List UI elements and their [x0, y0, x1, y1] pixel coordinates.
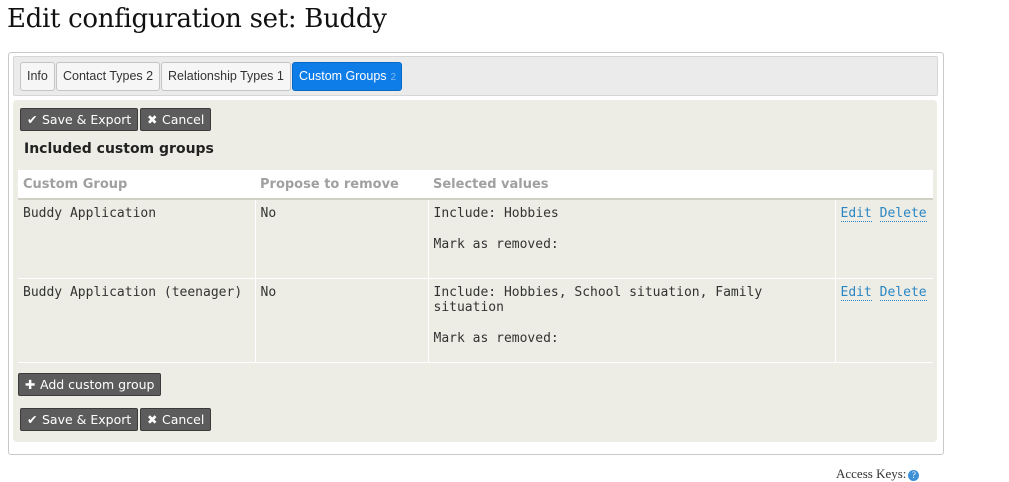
tab-relationship-types[interactable]: Relationship Types 1	[161, 62, 291, 91]
save-export-label: Save & Export	[42, 112, 132, 127]
save-export-button-bottom[interactable]: ✔ Save & Export	[20, 408, 139, 431]
tab-count-badge: 2	[390, 72, 396, 83]
tab-contact-types[interactable]: Contact Types 2	[56, 62, 161, 91]
custom-groups-table: Custom Group Propose to remove Selected …	[18, 170, 933, 363]
access-keys[interactable]: Access Keys:?	[836, 466, 920, 482]
mark-removed-values: Mark as removed:	[433, 237, 559, 252]
cell-custom-group: Buddy Application	[18, 199, 256, 279]
cell-propose-remove: No	[255, 199, 429, 279]
tab-custom-groups[interactable]: Custom Groups 2	[292, 62, 402, 91]
help-icon[interactable]: ?	[908, 469, 920, 481]
cancel-button-bottom[interactable]: ✖ Cancel	[140, 408, 212, 431]
cancel-label: Cancel	[162, 112, 205, 127]
cell-custom-group: Buddy Application (teenager)	[18, 278, 256, 363]
tab-info[interactable]: Info	[20, 62, 55, 91]
add-custom-group-label: Add custom group	[40, 377, 155, 392]
cancel-label: Cancel	[162, 412, 205, 427]
include-values: Include: Hobbies, School situation, Fami…	[433, 285, 763, 315]
cancel-button-top[interactable]: ✖ Cancel	[140, 108, 212, 131]
cell-actions: Edit Delete	[835, 278, 933, 363]
save-export-label: Save & Export	[42, 412, 132, 427]
column-header-custom-group: Custom Group	[18, 170, 255, 200]
column-header-selected-values: Selected values	[428, 170, 835, 200]
check-icon: ✔	[27, 412, 38, 427]
table-row: Buddy Application No Include: Hobbies Ma…	[18, 199, 933, 279]
close-icon: ✖	[147, 112, 158, 127]
column-header-actions	[835, 170, 933, 200]
save-export-button-top[interactable]: ✔ Save & Export	[20, 108, 139, 131]
check-icon: ✔	[27, 112, 38, 127]
column-header-propose-remove: Propose to remove	[255, 170, 428, 200]
tab-custom-groups-label: Custom Groups	[299, 69, 387, 83]
table-row: Buddy Application (teenager) No Include:…	[18, 278, 933, 363]
delete-link[interactable]: Delete	[879, 206, 927, 222]
mark-removed-values: Mark as removed:	[433, 331, 559, 346]
delete-link[interactable]: Delete	[879, 285, 927, 301]
table-header-row: Custom Group Propose to remove Selected …	[18, 170, 933, 200]
edit-link[interactable]: Edit	[840, 285, 872, 301]
cell-propose-remove: No	[255, 278, 429, 363]
edit-form-container: Info Contact Types 2 Relationship Types …	[8, 52, 944, 455]
include-values: Include: Hobbies	[433, 206, 559, 221]
close-icon: ✖	[147, 412, 158, 427]
cell-selected-values: Include: Hobbies, School situation, Fami…	[428, 278, 836, 363]
tab-bar: Info Contact Types 2 Relationship Types …	[13, 56, 938, 96]
add-custom-group-button[interactable]: ✚ Add custom group	[18, 373, 162, 396]
custom-groups-panel: ✔ Save & Export ✖ Cancel Included custom g…	[13, 100, 937, 442]
cell-selected-values: Include: Hobbies Mark as removed:	[428, 199, 836, 279]
cell-actions: Edit Delete	[835, 199, 933, 279]
plus-icon: ✚	[25, 377, 36, 392]
page-title: Edit configuration set: Buddy	[7, 4, 387, 34]
section-title: Included custom groups	[24, 141, 214, 157]
edit-link[interactable]: Edit	[840, 206, 872, 222]
